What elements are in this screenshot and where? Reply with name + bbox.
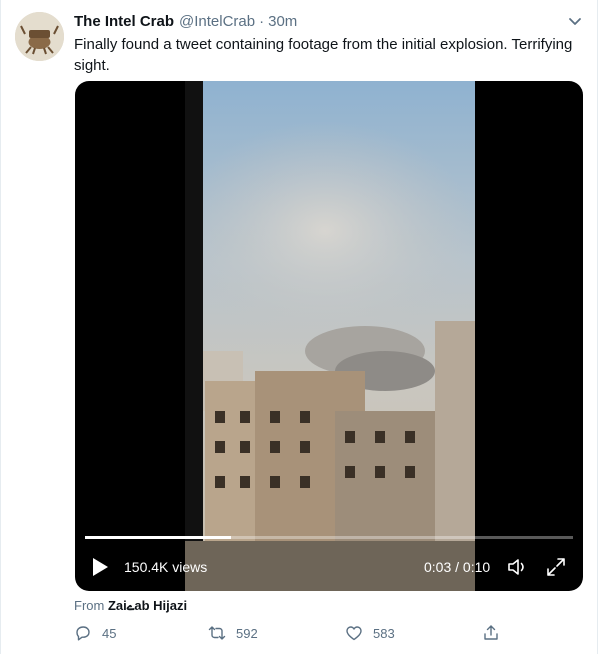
retweet-button[interactable]: 592: [208, 624, 258, 642]
tweet-header: The Intel Crab @IntelCrab · 30m: [74, 11, 297, 31]
avatar[interactable]: [15, 12, 64, 61]
share-icon: [484, 625, 498, 640]
like-count: 583: [373, 625, 395, 641]
reply-icon: [76, 626, 90, 641]
tweet-time[interactable]: 30m: [268, 13, 297, 30]
view-count: 150.4K views: [124, 559, 208, 575]
tweet-text: Finally found a tweet containing footage…: [74, 36, 573, 74]
crab-avatar-icon: [15, 12, 64, 61]
reply-count: 45: [102, 625, 117, 641]
source-name[interactable]: Zaiےab Hijazi: [108, 598, 187, 613]
video-player[interactable]: 150.4K views 0:03 / 0:10: [75, 81, 583, 591]
retweet-icon: [208, 626, 226, 640]
video-source: From Zaiےab Hijazi: [74, 598, 187, 614]
left-border: [0, 0, 1, 654]
author-handle[interactable]: @IntelCrab: [179, 13, 255, 30]
separator-dot: ·: [259, 12, 265, 30]
progress-fill: [85, 536, 232, 539]
video-frame: [185, 81, 475, 591]
timecode: 0:03 / 0:10: [424, 559, 491, 575]
volume-icon[interactable]: [506, 556, 530, 578]
chevron-down-icon[interactable]: [565, 11, 585, 31]
share-button[interactable]: [482, 624, 510, 642]
reply-button[interactable]: 45: [74, 624, 116, 642]
author-name[interactable]: The Intel Crab: [74, 13, 174, 30]
play-icon[interactable]: [91, 557, 109, 577]
source-prefix: From: [74, 598, 105, 613]
fullscreen-icon[interactable]: [545, 556, 567, 578]
retweet-count: 592: [236, 625, 258, 641]
tweet-actions: 45 592 583: [74, 624, 514, 646]
heart-icon: [346, 626, 362, 641]
like-button[interactable]: 583: [345, 624, 395, 642]
